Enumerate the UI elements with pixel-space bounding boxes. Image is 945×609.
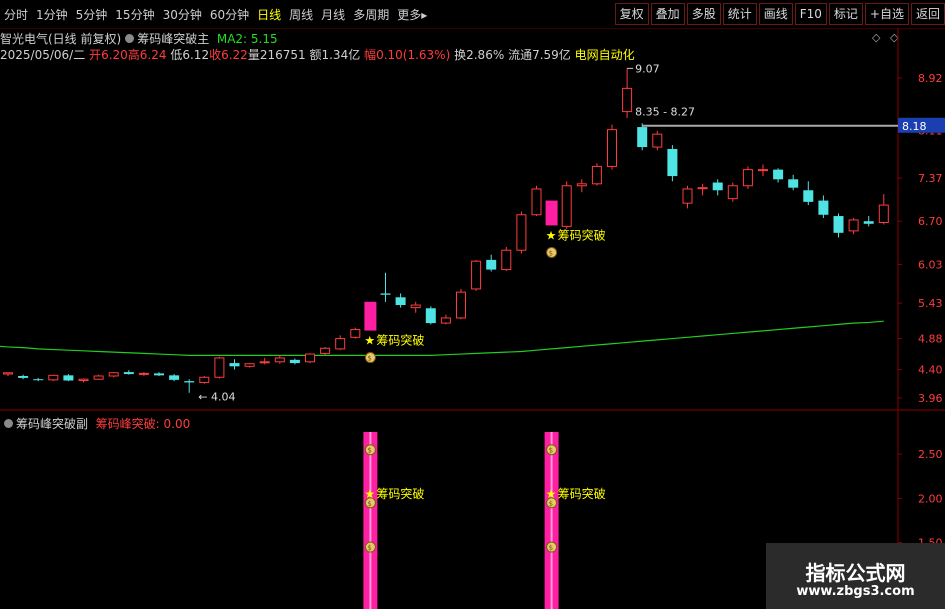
y-tick-label: 6.03: [918, 258, 943, 271]
candle-body: [138, 372, 149, 375]
money-bag-icon-glyph: $: [549, 249, 553, 257]
sub-signal-bar-core: [550, 432, 553, 609]
candle-body: [727, 185, 738, 200]
y-tick-label: 4.88: [918, 333, 943, 346]
candle-body: [818, 200, 829, 215]
range-label: 8.35 - 8.27: [635, 106, 695, 119]
candle-body: [697, 187, 708, 190]
candle-body: [289, 359, 300, 364]
candle-body: [18, 375, 29, 378]
candle-body: [78, 378, 89, 381]
candle-body: [682, 188, 693, 204]
candle-body: [773, 169, 784, 180]
y-tick-label: 5.43: [918, 297, 943, 310]
candle-body: [425, 308, 436, 324]
candle-body: [516, 214, 527, 251]
y-tick-label: 7.37: [918, 172, 943, 185]
star-icon: ★: [364, 334, 375, 348]
candle-body: [93, 375, 104, 380]
watermark-logo: 指标公式网 www.zbgs3.com: [766, 543, 945, 609]
candle-body: [154, 373, 164, 376]
candle-body: [531, 188, 542, 216]
money-bag-icon-glyph: $: [367, 355, 371, 363]
low-label: ← 4.04: [198, 391, 235, 404]
sub-money-bag-icon-glyph: $: [549, 544, 553, 552]
candle-body: [591, 165, 602, 185]
candle-body: [63, 375, 74, 381]
candle-body: [335, 338, 346, 350]
price-tag-label: 8.18: [902, 120, 927, 133]
sub-money-bag-icon-glyph: $: [367, 447, 371, 455]
sub-money-bag-icon-glyph: $: [367, 500, 371, 508]
candle-body: [33, 379, 44, 381]
candle-body: [712, 182, 723, 191]
candle-body: [440, 317, 451, 324]
candle-body: [229, 363, 240, 367]
candle-body: [833, 216, 844, 233]
logo-title: 指标公式网: [805, 561, 906, 585]
sub-y-tick-label: 2.00: [918, 492, 943, 505]
candle-body: [305, 353, 315, 363]
candle-body: [878, 204, 889, 224]
candle-body: [742, 169, 753, 187]
candle-body: [576, 183, 587, 187]
kline-chart[interactable]: 8.928.117.376.706.035.434.884.403.962.50…: [0, 0, 945, 609]
candle-body: [184, 381, 195, 383]
candle-body: [380, 293, 391, 295]
sub-y-tick-label: 2.50: [918, 448, 943, 461]
candle-body: [637, 127, 648, 148]
breakout-marker-label: 筹码突破: [376, 333, 424, 348]
y-tick-label: 3.96: [918, 392, 943, 405]
candle-body: [274, 357, 285, 363]
logo-url: www.zbgs3.com: [796, 584, 915, 599]
sub-money-bag-icon-glyph: $: [549, 447, 553, 455]
star-icon: ★: [546, 228, 557, 242]
sub-money-bag-icon-glyph: $: [367, 544, 371, 552]
candle-body: [758, 169, 768, 172]
sub-marker-label: 筹码突破: [376, 486, 424, 501]
candle-body: [123, 372, 134, 375]
breakout-marker-label: 筹码突破: [558, 227, 606, 242]
candle-body: [667, 148, 678, 177]
candle-body: [607, 129, 617, 167]
y-tick-label: 4.40: [918, 364, 943, 377]
candle-body: [486, 259, 497, 270]
candle-body: [108, 372, 119, 377]
candle-body: [863, 221, 874, 224]
candle-body: [320, 347, 331, 354]
candle-body: [395, 297, 406, 306]
candle-body: [410, 304, 421, 309]
sub-marker-label: 筹码突破: [558, 486, 606, 501]
candle-body: [3, 372, 13, 375]
candle-body: [561, 185, 572, 227]
candle-body: [848, 219, 859, 232]
y-tick-label: 8.92: [918, 72, 943, 85]
candle-body: [501, 249, 512, 271]
ma2-line: [0, 320, 884, 356]
sub-star-icon: ★: [546, 487, 557, 501]
candle-body: [456, 291, 466, 319]
candle-body: [199, 376, 210, 383]
sub-star-icon: ★: [364, 487, 375, 501]
sub-signal-bar-core: [369, 432, 372, 609]
candle-body: [350, 329, 361, 338]
candle-body: [788, 179, 799, 188]
sub-money-bag-icon-glyph: $: [549, 500, 553, 508]
candle-body: [214, 357, 225, 378]
signal-candle: [364, 301, 377, 331]
candle-body: [803, 190, 814, 202]
candle-body: [259, 361, 270, 364]
y-tick-label: 6.70: [918, 215, 943, 228]
candle-body: [244, 363, 255, 367]
candle-body: [652, 133, 663, 148]
signal-candle: [545, 200, 558, 226]
candle-body: [471, 260, 482, 290]
candle-body: [169, 375, 180, 380]
candle-body: [622, 87, 633, 113]
high-label: 9.07: [635, 62, 660, 75]
candle-body: [48, 374, 59, 381]
